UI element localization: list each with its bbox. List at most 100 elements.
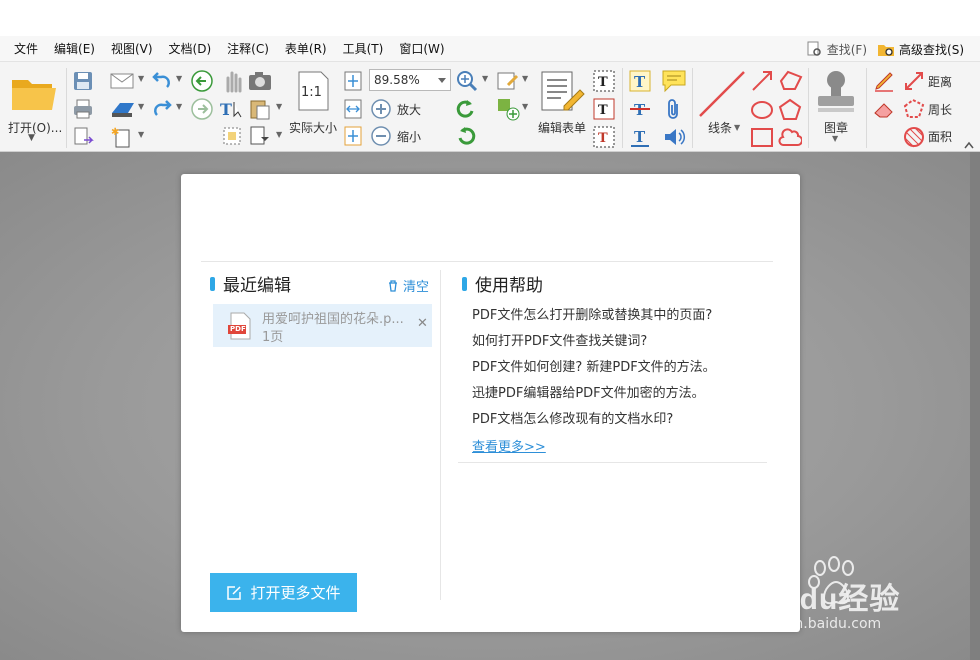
edit-form-icon[interactable] <box>540 70 586 114</box>
section-marker <box>210 276 215 291</box>
area-label[interactable]: 面积 <box>928 128 952 145</box>
open-more-files-button[interactable]: 打开更多文件 <box>210 573 357 612</box>
text-field-icon[interactable]: T <box>592 69 616 93</box>
zoom-in-icon[interactable] <box>370 98 392 120</box>
redo-dropdown-icon[interactable]: ▼ <box>176 102 182 111</box>
add-object-icon[interactable] <box>496 97 520 121</box>
back-icon[interactable] <box>190 69 214 93</box>
undo-dropdown-icon[interactable]: ▼ <box>176 74 182 83</box>
help-link[interactable]: PDF文件怎么打开删除或替换其中的页面? <box>472 303 716 329</box>
rectangle-icon[interactable] <box>750 125 774 149</box>
menu-document[interactable]: 文档(D) <box>161 36 220 62</box>
menu-file[interactable]: 文件 <box>0 36 46 62</box>
redo-icon[interactable] <box>151 98 173 120</box>
text-box-icon[interactable]: T <box>592 97 616 121</box>
distance-icon[interactable] <box>902 69 926 93</box>
paste-dropdown-icon[interactable]: ▼ <box>276 102 282 111</box>
area-icon[interactable] <box>902 125 926 149</box>
line-tool-icon[interactable] <box>698 70 746 118</box>
zoom-in-label[interactable]: 放大 <box>397 101 421 118</box>
new-document-icon[interactable]: ✱ <box>111 126 133 148</box>
perimeter-label[interactable]: 周长 <box>928 101 952 118</box>
menu-comment[interactable]: 注释(C) <box>219 36 277 62</box>
fit-visible-icon[interactable] <box>343 125 363 147</box>
fit-page-icon[interactable] <box>343 70 363 92</box>
menu-window[interactable]: 窗口(W) <box>391 36 452 62</box>
sticky-note-icon[interactable] <box>661 69 687 93</box>
strikethrough-icon[interactable]: T <box>628 97 652 121</box>
email-icon[interactable] <box>110 71 134 91</box>
start-panel: 最近编辑 清空 PDF 用爱呵护祖国的花朵.p... 1页 ✕ 使用帮助 PDF… <box>181 174 800 632</box>
new-dropdown-icon[interactable]: ▼ <box>138 130 144 139</box>
ribbon-collapse-icon[interactable] <box>964 140 974 150</box>
see-more-link[interactable]: 查看更多>> <box>472 436 546 455</box>
help-link[interactable]: PDF文件如何创建? 新建PDF文件的方法。 <box>472 355 716 381</box>
edit-text-dropdown-icon[interactable]: ▼ <box>522 74 528 83</box>
clear-recent-button[interactable]: 清空 <box>387 276 429 295</box>
undo-icon[interactable] <box>151 70 173 92</box>
help-link[interactable]: PDF文档怎么修改现有的文档水印? <box>472 407 716 433</box>
text-select-icon[interactable]: T <box>220 99 244 119</box>
magnifier-icon[interactable] <box>455 69 479 93</box>
open-folder-icon[interactable] <box>10 72 58 114</box>
sound-icon[interactable] <box>662 125 686 149</box>
open-dropdown-icon[interactable]: ▼ <box>28 133 35 143</box>
zoom-out-icon[interactable] <box>370 125 392 147</box>
add-object-dropdown-icon[interactable]: ▼ <box>522 102 528 111</box>
edit-form-label[interactable]: 编辑表单 <box>538 119 586 136</box>
polygon-icon[interactable] <box>778 98 802 122</box>
menu-tools[interactable]: 工具(T) <box>335 36 392 62</box>
distance-label[interactable]: 距离 <box>928 73 952 90</box>
open-button-label[interactable]: 打开(O)... <box>8 119 62 136</box>
advanced-find-button[interactable]: 高级查找(S) <box>877 40 964 58</box>
lines-label[interactable]: 线条 <box>708 119 732 136</box>
find-dropdown-icon[interactable]: ▼ <box>276 130 282 139</box>
underline-icon[interactable]: T <box>628 125 652 149</box>
typewriter-icon[interactable]: T <box>628 69 652 93</box>
cloud-icon[interactable] <box>778 125 802 149</box>
actual-size-label[interactable]: 实际大小 <box>289 119 337 136</box>
export-doc-icon[interactable] <box>72 126 94 148</box>
fit-width-icon[interactable] <box>343 98 363 120</box>
rotate-left-icon[interactable] <box>455 98 477 120</box>
find-button[interactable]: 查找(F) <box>805 40 867 58</box>
scan-dropdown-icon[interactable]: ▼ <box>138 102 144 111</box>
scan-icon[interactable] <box>110 99 136 119</box>
panel-divider-vertical <box>440 270 441 600</box>
ellipse-icon[interactable] <box>750 98 774 122</box>
hand-tool-icon[interactable] <box>222 69 244 93</box>
perimeter-icon[interactable] <box>902 97 926 121</box>
menu-edit[interactable]: 编辑(E) <box>46 36 103 62</box>
menu-view[interactable]: 视图(V) <box>103 36 161 62</box>
polyline-icon[interactable] <box>778 69 804 93</box>
help-list: PDF文件怎么打开删除或替换其中的页面? 如何打开PDF文件查找关键词? PDF… <box>472 303 716 433</box>
recent-file-item[interactable]: PDF 用爱呵护祖国的花朵.p... 1页 ✕ <box>213 304 432 347</box>
callout-text-icon[interactable]: T <box>592 125 616 149</box>
remove-recent-close-icon[interactable]: ✕ <box>417 316 428 331</box>
arrow-icon[interactable] <box>750 69 774 93</box>
zoom-out-label[interactable]: 缩小 <box>397 128 421 145</box>
menu-form[interactable]: 表单(R) <box>277 36 335 62</box>
rotate-right-icon[interactable] <box>455 125 477 147</box>
paste-icon[interactable] <box>248 98 272 120</box>
edit-text-icon[interactable] <box>496 69 520 93</box>
help-link[interactable]: 如何打开PDF文件查找关键词? <box>472 329 716 355</box>
eraser-icon[interactable] <box>872 97 896 121</box>
find-label: 查找(F) <box>826 42 868 57</box>
svg-text:T: T <box>634 73 646 91</box>
find-replace-icon[interactable] <box>248 125 272 147</box>
snapshot-icon[interactable] <box>248 71 272 91</box>
print-icon[interactable] <box>72 98 94 120</box>
attachment-icon[interactable] <box>664 98 684 122</box>
stamp-icon[interactable] <box>814 68 858 116</box>
zoom-select[interactable]: 89.58% <box>369 69 451 91</box>
select-area-icon[interactable] <box>220 125 244 147</box>
save-icon[interactable] <box>72 70 94 92</box>
stamp-dropdown-icon[interactable]: ▼ <box>832 134 838 143</box>
help-link[interactable]: 迅捷PDF编辑器给PDF文件加密的方法。 <box>472 381 716 407</box>
lines-dropdown-icon[interactable]: ▼ <box>734 123 740 132</box>
email-dropdown-icon[interactable]: ▼ <box>138 74 144 83</box>
pencil-icon[interactable] <box>872 69 896 93</box>
magnifier-dropdown-icon[interactable]: ▼ <box>482 74 488 83</box>
forward-icon[interactable] <box>190 97 214 121</box>
